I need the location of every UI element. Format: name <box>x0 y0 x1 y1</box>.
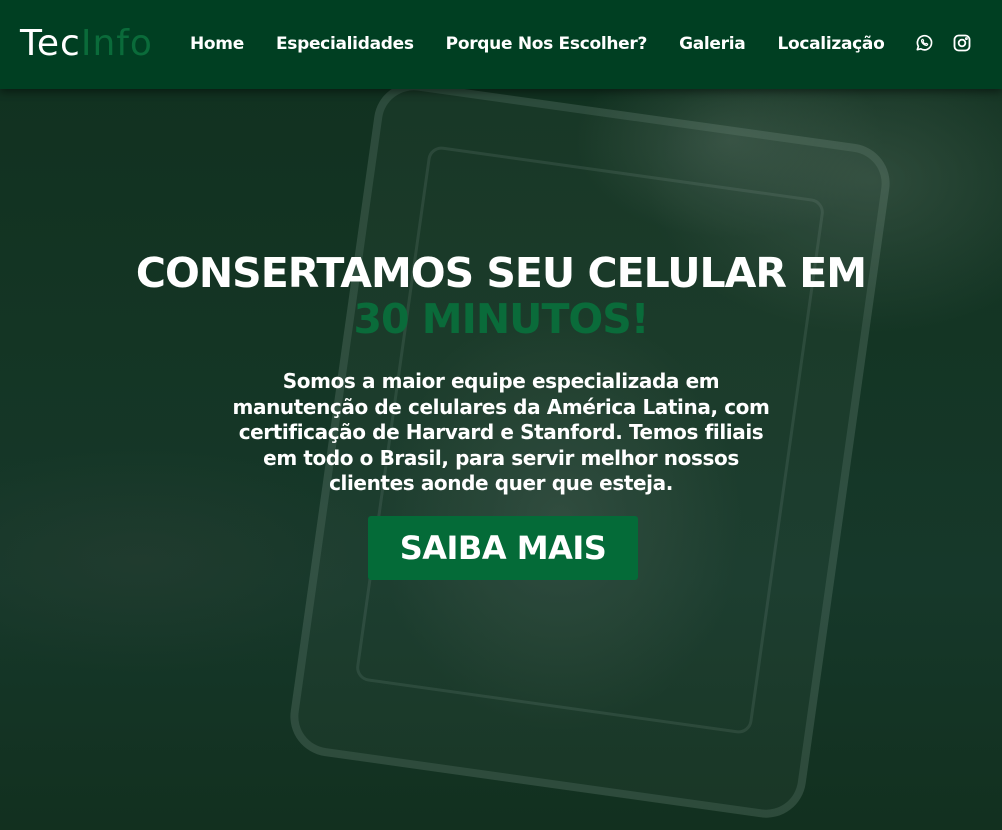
site-logo[interactable]: TecInfo <box>20 24 153 64</box>
hero-title: CONSERTAMOS SEU CELULAR EM 30 MINUTOS! <box>0 250 1002 342</box>
saiba-mais-button[interactable]: SAIBA MAIS <box>368 516 638 580</box>
nav-especialidades[interactable]: Especialidades <box>276 33 414 55</box>
site-header: TecInfo Home Especialidades Porque Nos E… <box>0 0 1002 89</box>
hero-title-highlight: 30 MINUTOS! <box>353 295 649 343</box>
hero-title-line1: CONSERTAMOS SEU CELULAR EM <box>135 249 867 297</box>
nav-porque-nos-escolher[interactable]: Porque Nos Escolher? <box>446 33 648 55</box>
instagram-icon[interactable] <box>952 33 972 53</box>
hero-description: Somos a maior equipe especializada em ma… <box>232 369 770 495</box>
logo-text-info: Info <box>80 23 153 64</box>
nav-localizacao[interactable]: Localização <box>777 33 884 55</box>
whatsapp-icon[interactable] <box>914 33 934 53</box>
social-links <box>914 33 972 53</box>
nav-home[interactable]: Home <box>190 33 244 55</box>
nav-galeria[interactable]: Galeria <box>679 33 746 55</box>
logo-text-tec: Tec <box>20 23 81 64</box>
main-nav: Home Especialidades Porque Nos Escolher?… <box>190 33 885 55</box>
